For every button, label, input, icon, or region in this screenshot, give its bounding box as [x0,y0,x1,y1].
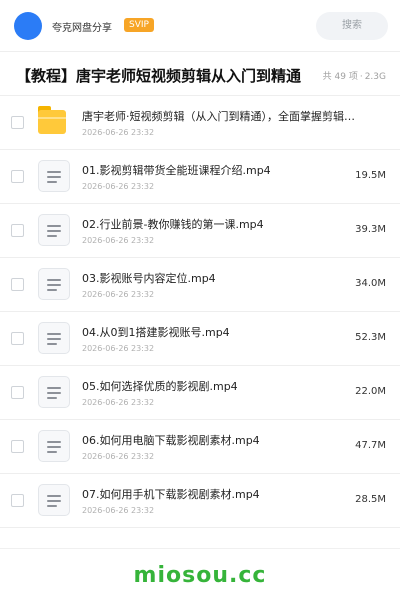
item-checkbox[interactable] [11,170,24,183]
share-meta: 共 49 项 · 2.3G [321,69,386,82]
item-date: 2026-06-26 23:32 [82,290,155,299]
item-size: 28.5M [355,494,386,505]
item-size: 52.3M [355,332,386,343]
item-checkbox[interactable] [11,494,24,507]
item-count: 共 49 项 [322,72,358,82]
item-checkbox[interactable] [11,332,24,345]
item-size: 39.3M [355,224,386,235]
list-item[interactable]: 03.影视账号内容定位.mp4 2026-06-26 23:32 34.0M [0,258,400,312]
item-date: 2026-06-26 23:32 [82,128,155,137]
item-name: 03.影视账号内容定位.mp4 [82,272,216,285]
video-file-icon [38,160,70,192]
item-size: 22.0M [355,386,386,397]
item-name: 01.影视剪辑带货全能班课程介绍.mp4 [82,164,271,177]
list-item[interactable]: 07.如何用手机下载影视剧素材.mp4 2026-06-26 23:32 28.… [0,474,400,528]
item-date: 2026-06-26 23:32 [82,506,155,515]
list-item[interactable]: 01.影视剪辑带货全能班课程介绍.mp4 2026-06-26 23:32 19… [0,150,400,204]
item-size: 47.7M [355,440,386,451]
list-item[interactable]: 05.如何选择优质的影视剧.mp4 2026-06-26 23:32 22.0M [0,366,400,420]
list-item[interactable]: 04.从0到1搭建影视账号.mp4 2026-06-26 23:32 52.3M [0,312,400,366]
item-name: 05.如何选择优质的影视剧.mp4 [82,380,238,393]
search-button[interactable]: 搜索 [316,12,388,40]
top-bar: 夸克网盘分享 SVIP 搜索 [0,0,400,52]
item-checkbox[interactable] [11,224,24,237]
item-date: 2026-06-26 23:32 [82,182,155,191]
username: 夸克网盘分享 [52,23,112,34]
avatar[interactable] [14,12,42,40]
video-file-icon [38,268,70,300]
list-item[interactable]: 02.行业前景-教你赚钱的第一课.mp4 2026-06-26 23:32 39… [0,204,400,258]
item-name: 02.行业前景-教你赚钱的第一课.mp4 [82,218,264,231]
item-checkbox[interactable] [11,440,24,453]
total-size: 2.3G [364,72,386,82]
video-file-icon [38,484,70,516]
footer: miosou.cc [0,548,400,600]
video-file-icon [38,376,70,408]
item-date: 2026-06-26 23:32 [82,398,155,407]
watermark: miosou.cc [133,563,267,588]
item-date: 2026-06-26 23:32 [82,452,155,461]
item-name: 07.如何用手机下载影视剧素材.mp4 [82,488,260,501]
item-size: 19.5M [355,170,386,181]
list-item[interactable]: 唐宇老师·短视频剪辑（从入门到精通），全面掌握剪辑… 2026-06-26 23… [0,96,400,150]
item-date: 2026-06-26 23:32 [82,236,155,245]
share-title-bar: 【教程】唐宇老师短视频剪辑从入门到精通 共 49 项 · 2.3G [0,52,400,96]
svip-badge: SVIP [124,18,154,32]
item-checkbox[interactable] [11,278,24,291]
item-checkbox[interactable] [11,116,24,129]
item-size: 34.0M [355,278,386,289]
video-file-icon [38,430,70,462]
item-name: 唐宇老师·短视频剪辑（从入门到精通），全面掌握剪辑… [82,110,355,123]
item-checkbox[interactable] [11,386,24,399]
item-name: 06.如何用电脑下载影视剧素材.mp4 [82,434,260,447]
file-list: 唐宇老师·短视频剪辑（从入门到精通），全面掌握剪辑… 2026-06-26 23… [0,96,400,528]
item-date: 2026-06-26 23:32 [82,344,155,353]
page-title: 【教程】唐宇老师短视频剪辑从入门到精通 [16,67,302,85]
list-item[interactable]: 06.如何用电脑下载影视剧素材.mp4 2026-06-26 23:32 47.… [0,420,400,474]
video-file-icon [38,214,70,246]
item-name: 04.从0到1搭建影视账号.mp4 [82,326,230,339]
video-file-icon [38,322,70,354]
meta-separator: · [359,72,363,82]
folder-icon [38,106,70,138]
